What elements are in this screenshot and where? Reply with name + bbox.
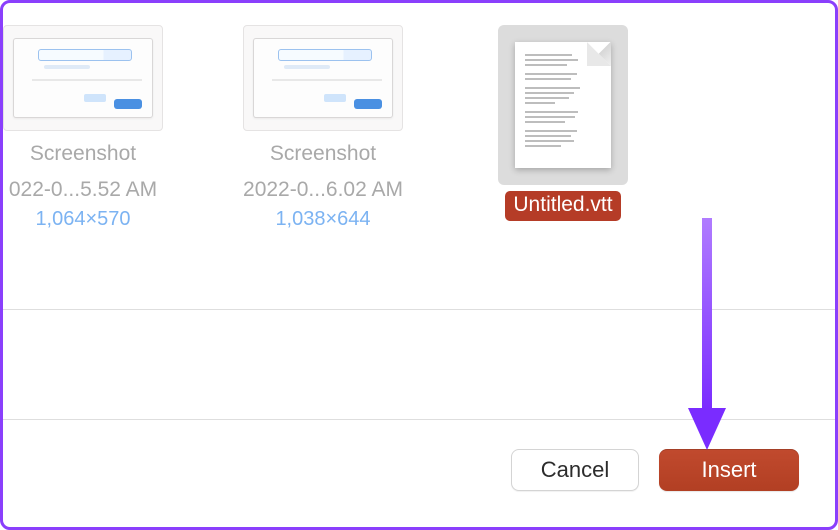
insert-button[interactable]: Insert [659,449,799,491]
file-thumbnail-document [498,25,628,185]
dialog-button-bar: Cancel Insert [511,449,799,491]
annotation-arrow-icon [685,218,729,450]
file-grid: Screenshot 022-0...5.52 AM 1,064×570 Scr… [3,3,835,231]
separator [3,309,835,310]
file-dimensions: 1,038×644 [275,208,370,231]
file-dimensions: 1,064×570 [35,208,130,231]
file-item[interactable]: Screenshot 2022-0...6.02 AM 1,038×644 [223,25,423,231]
file-name-line1: Screenshot [30,141,136,167]
file-name-selected: Untitled.vtt [505,191,620,221]
file-name-line2: 022-0...5.52 AM [9,177,157,203]
file-item[interactable]: Screenshot 022-0...5.52 AM 1,064×570 [0,25,183,231]
file-item-selected[interactable]: Untitled.vtt [463,25,663,221]
separator [3,419,835,420]
file-name-line1: Screenshot [270,141,376,167]
cancel-button[interactable]: Cancel [511,449,639,491]
file-thumbnail-image [3,25,163,131]
file-name-line2: 2022-0...6.02 AM [243,177,403,203]
file-picker-dialog: Screenshot 022-0...5.52 AM 1,064×570 Scr… [0,0,838,530]
file-thumbnail-image [243,25,403,131]
